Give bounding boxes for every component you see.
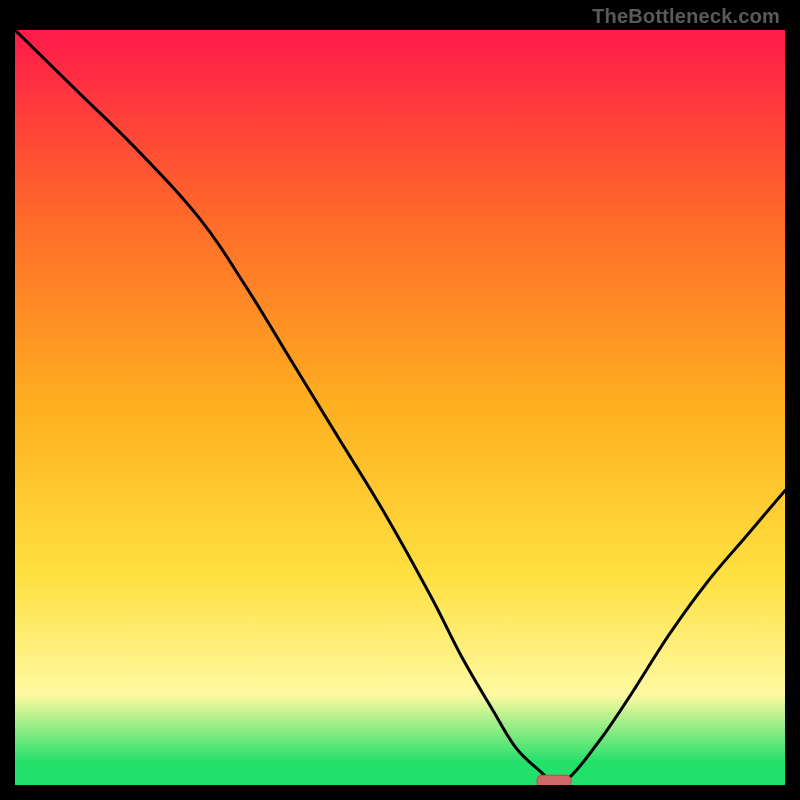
figure-root: { "watermark": "TheBottleneck.com", "col…	[0, 0, 800, 800]
chart-green-band	[15, 773, 785, 785]
chart-container	[15, 30, 785, 785]
optimum-marker	[537, 775, 571, 785]
bottleneck-chart	[15, 30, 785, 785]
watermark-text: TheBottleneck.com	[592, 6, 780, 29]
